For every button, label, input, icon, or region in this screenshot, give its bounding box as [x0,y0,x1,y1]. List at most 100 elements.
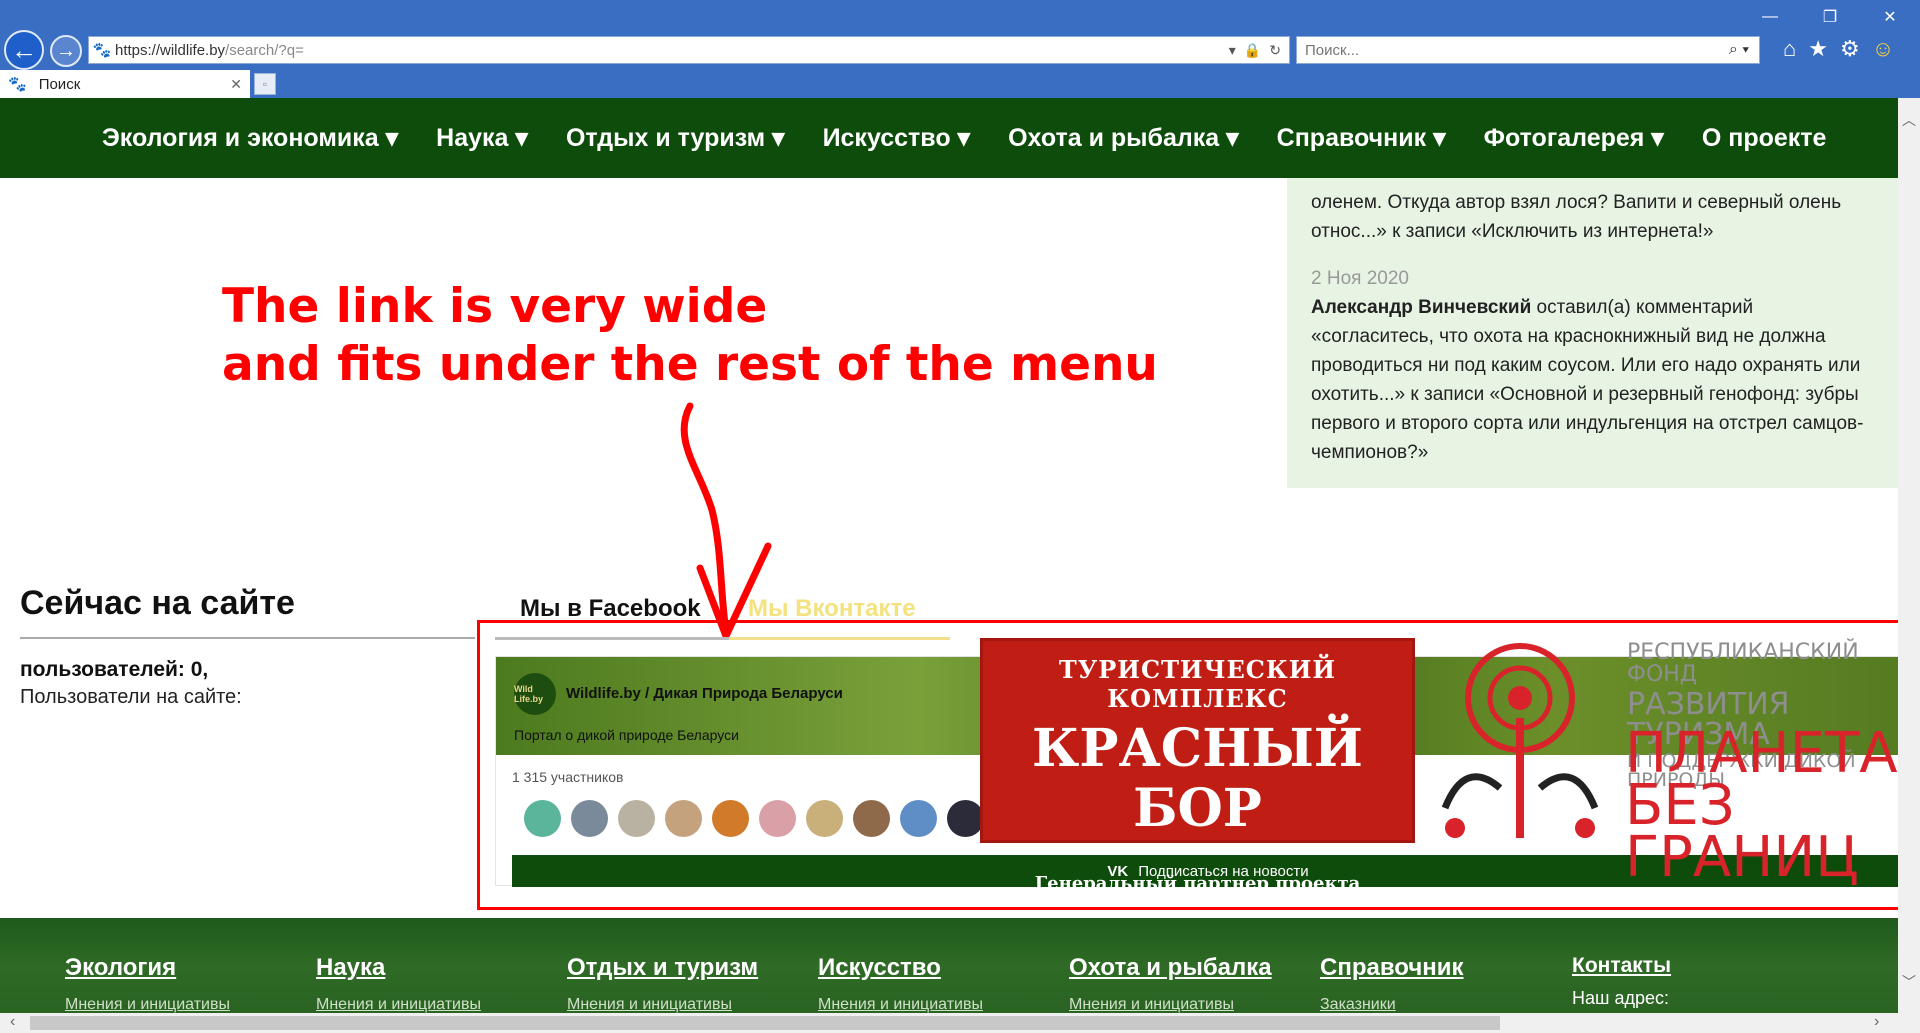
footer-col-reference: Справочник Заказники [1320,954,1464,1013]
new-tab-button[interactable]: ▫ [254,73,276,95]
menu-item-science[interactable]: Наука ▾ [436,123,528,153]
footer-link[interactable]: Наука [316,954,481,982]
search-icon[interactable]: ⌕ ▾ [1719,41,1759,59]
avatar[interactable] [947,800,984,837]
horizontal-scrollbar[interactable]: ‹ › [0,1013,1920,1033]
footer-link[interactable]: Экология [65,954,230,982]
avatar[interactable] [806,800,843,837]
avatar[interactable] [571,800,608,837]
browser-toolbar-icons: ⌂ ★ ⚙ ☺ [1783,36,1894,62]
comment-text[interactable]: оставил(а) комментарий «согласитесь, что… [1311,297,1863,463]
comment-date: 2 Ноя 2020 [1311,268,1409,289]
avatar[interactable] [524,800,561,837]
avatar[interactable] [759,800,796,837]
scroll-thumb[interactable] [30,1016,1500,1030]
tabs-underline [495,637,950,640]
arrow-left-icon: ← [11,34,37,65]
browser-tab[interactable]: 🐾 Поиск ✕ [0,70,250,98]
active-tab-indicator [729,637,950,640]
divider [20,637,475,639]
address-bar[interactable]: 🐾 https://wildlife.by/search/?q= ▾ 🔒 ↻ [88,36,1290,64]
vk-group-description: Портал о дикой природе Беларуси [514,727,739,743]
ornament-tree-logo [1441,643,1599,838]
menu-item-tourism[interactable]: Отдых и туризм ▾ [566,123,785,153]
footer-link[interactable]: Справочник [1320,954,1464,982]
vk-group-name[interactable]: Wildlife.by / Дикая Природа Беларуси [566,685,843,702]
footer-sublink[interactable]: Заказники [1320,996,1464,1013]
avatar[interactable] [900,800,937,837]
paw-favicon-icon: 🐾 [8,76,27,93]
favorites-star-icon[interactable]: ★ [1808,36,1828,62]
scroll-left-icon[interactable]: ‹ [10,1013,15,1031]
footer-link[interactable]: Отдых и туризм [567,954,758,982]
planeta-bez-granic-title: ПЛАНЕТА БЕЗ ГРАНИЦ [1625,726,1902,890]
footer-address-label: Наш адрес: [1572,988,1669,1008]
footer-link[interactable]: Искусство [818,954,983,982]
address-url[interactable]: https://wildlife.by/search/?q= [115,42,1229,59]
refresh-icon[interactable]: ↻ [1269,42,1281,59]
close-tab-icon[interactable]: ✕ [230,76,242,93]
footer-contacts-link[interactable]: Контакты [1572,954,1671,978]
site-main-menu: Экология и экономика ▾ Наука ▾ Отдых и т… [0,98,1898,178]
browser-search-box[interactable]: ⌕ ▾ [1296,36,1760,64]
footer-col-science: Наука Мнения и инициативы [316,954,481,1013]
restore-button[interactable]: ❐ [1800,0,1860,34]
lock-icon[interactable]: 🔒 [1244,42,1261,59]
annotation-text: The link is very wide and fits under the… [222,278,1158,394]
gear-icon[interactable]: ⚙ [1840,36,1860,62]
scroll-up-icon[interactable]: ︿ [1898,110,1920,130]
footer-sublink[interactable]: Мнения и инициативы [65,996,230,1013]
menu-item-hunting[interactable]: Охота и рыбалка ▾ [1008,123,1239,153]
comment-tail-line[interactable]: относ...» к записи «Исключить из интерне… [1311,217,1874,246]
banner-title: КРАСНЫЙ БОР [1032,718,1363,839]
footer-link[interactable]: Охота и рыбалка [1069,954,1272,982]
browser-chrome: ← → 🐾 https://wildlife.by/search/?q= ▾ 🔒… [0,0,1920,98]
group-logo[interactable]: Wild Life.by [514,673,556,715]
comment-body: Александр Винчевский оставил(а) коммента… [1311,293,1874,467]
back-button[interactable]: ← [4,30,44,70]
menu-item-art[interactable]: Искусство ▾ [823,123,971,153]
banner-caption: Генеральный партнер проекта [1034,873,1361,894]
recent-comments-panel: оленем. Откуда автор взял лося? Вапити и… [1287,178,1898,488]
avatar[interactable] [665,800,702,837]
forward-button[interactable]: → [50,35,82,67]
planet-line: БЕЗ ГРАНИЦ [1625,773,1859,890]
online-users-count: пользователей: 0, [20,658,209,681]
window-controls: — ❐ ✕ [1740,0,1920,34]
tab-facebook[interactable]: Мы в Facebook [520,595,701,623]
menu-item-ecology[interactable]: Экология и экономика ▾ [102,123,398,153]
footer-col-tourism: Отдых и туризм Мнения и инициативы [567,954,758,1013]
vertical-scrollbar[interactable]: ︿ ﹀ [1898,98,1920,1016]
avatar[interactable] [853,800,890,837]
scroll-down-icon[interactable]: ﹀ [1898,972,1920,992]
footer-sublink[interactable]: Мнения и инициативы [567,996,758,1013]
vk-members-count[interactable]: 1 315 участников [512,769,623,785]
online-title: Сейчас на сайте [20,584,295,622]
browser-search-input[interactable] [1305,41,1719,59]
menu-item-reference[interactable]: Справочник ▾ [1277,123,1446,153]
minimize-button[interactable]: — [1740,0,1800,34]
smiley-feedback-icon[interactable]: ☺ [1872,36,1894,62]
footer-sublink[interactable]: Мнения и инициативы [316,996,481,1013]
site-footer: Экология Мнения и инициативы Наука Мнени… [0,918,1898,1013]
tab-title: Поиск [38,75,81,93]
menu-item-about[interactable]: О проекте [1702,124,1827,153]
comment-author[interactable]: Александр Винчевский [1311,297,1531,318]
avatar[interactable] [618,800,655,837]
avatar[interactable] [712,800,749,837]
fund-line: РЕСПУБЛИКАНСКИЙ ФОНД [1627,640,1859,687]
footer-sublink[interactable]: Мнения и инициативы [1069,996,1272,1013]
menu-item-photo[interactable]: Фотогалерея ▾ [1484,123,1664,153]
comment-tail-line: оленем. Откуда автор взял лося? Вапити и… [1311,192,1842,213]
home-icon[interactable]: ⌂ [1783,36,1796,62]
footer-sublink[interactable]: Мнения и инициативы [818,996,983,1013]
footer-col-hunting: Охота и рыбалка Мнения и инициативы [1069,954,1272,1013]
online-users-list-label: Пользователи на сайте: [20,686,242,708]
close-window-button[interactable]: ✕ [1860,0,1920,34]
tab-vkontakte[interactable]: Мы Вконтакте [748,595,916,623]
planeta-fund-banner[interactable]: РЕСПУБЛИКАНСКИЙ ФОНД РАЗВИТИЯ ТУРИЗМА И … [1415,638,1902,886]
krasny-bor-banner[interactable]: ТУРИСТИЧЕСКИЙ КОМПЛЕКС КРАСНЫЙ БОР Генер… [980,638,1415,894]
footer-col-ecology: Экология Мнения и инициативы [65,954,230,1013]
dropdown-icon[interactable]: ▾ [1229,42,1236,59]
scroll-right-icon[interactable]: › [1874,1013,1879,1031]
